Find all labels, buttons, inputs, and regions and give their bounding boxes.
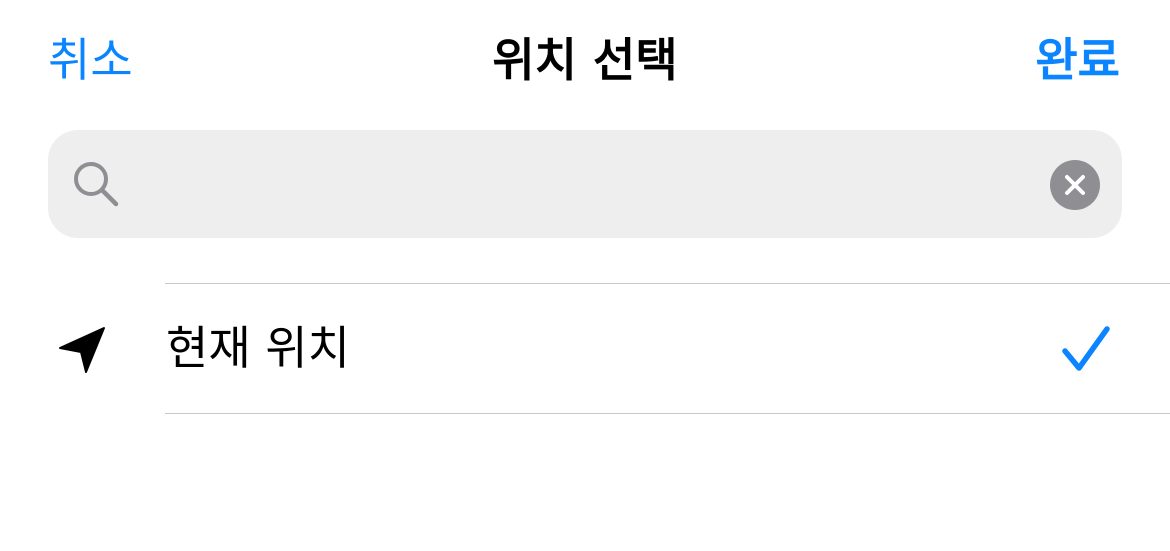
page-title: 위치 선택 bbox=[492, 33, 678, 87]
navigation-bar: 취소 위치 선택 완료 bbox=[0, 0, 1170, 122]
magnifier-icon bbox=[70, 158, 122, 210]
search-bar[interactable] bbox=[48, 130, 1122, 238]
list-item-current-location[interactable]: 현재 위치 bbox=[0, 284, 1170, 413]
clear-circle-x-icon[interactable] bbox=[1050, 160, 1100, 210]
divider bbox=[165, 413, 1170, 414]
done-button[interactable]: 완료 bbox=[1035, 28, 1120, 92]
location-arrow-icon bbox=[56, 324, 108, 376]
checkmark-icon bbox=[1060, 324, 1112, 376]
list-item-label: 현재 위치 bbox=[166, 321, 350, 375]
search-input[interactable] bbox=[148, 148, 1028, 220]
